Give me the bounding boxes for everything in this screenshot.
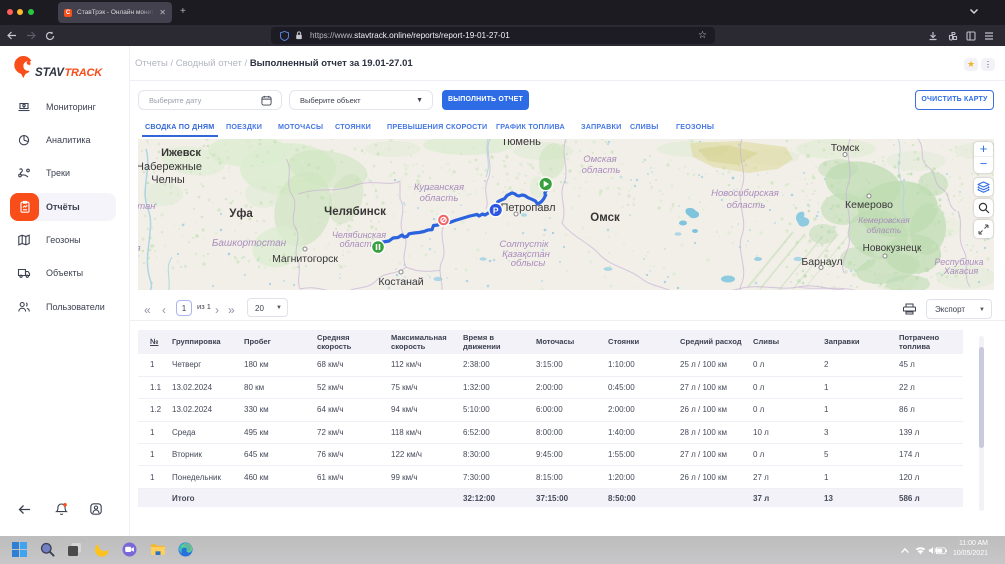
svg-text:Хакасия: Хакасия [943, 266, 979, 276]
svg-text:Ижевск: Ижевск [161, 147, 201, 159]
svg-text:Тюмень: Тюмень [501, 139, 541, 148]
svg-text:Челябинск: Челябинск [324, 206, 386, 218]
svg-text:стан: стан [138, 201, 156, 212]
svg-text:область: область [582, 165, 621, 176]
svg-text:Кемерово: Кемерово [845, 199, 893, 211]
svg-text:TRACK: TRACK [65, 67, 104, 79]
svg-text:Новокузнецк: Новокузнецк [863, 243, 922, 254]
svg-text:Уфа: Уфа [229, 208, 253, 220]
svg-text:область: область [867, 225, 902, 235]
svg-text:Башкортостан: Башкортостан [212, 238, 287, 249]
svg-text:область: область [420, 193, 459, 204]
svg-text:Петропавл: Петропавл [500, 202, 555, 214]
svg-text:я: я [138, 243, 141, 254]
svg-text:Набережные: Набережные [138, 161, 202, 173]
svg-text:Костанай: Костанай [378, 276, 423, 288]
svg-text:Курганская: Курганская [414, 182, 464, 193]
svg-text:область: область [727, 200, 766, 211]
svg-text:STAV: STAV [35, 67, 65, 79]
svg-text:Кемеровская: Кемеровская [858, 215, 910, 225]
svg-text:Омская: Омская [583, 154, 616, 165]
svg-text:Омск: Омск [590, 212, 620, 224]
svg-text:облысы: облысы [511, 258, 546, 269]
svg-text:Челны: Челны [151, 174, 185, 186]
svg-text:Магнитогорск: Магнитогорск [272, 253, 338, 265]
svg-text:P: P [493, 205, 499, 215]
svg-text:Новосибирская: Новосибирская [711, 188, 779, 199]
